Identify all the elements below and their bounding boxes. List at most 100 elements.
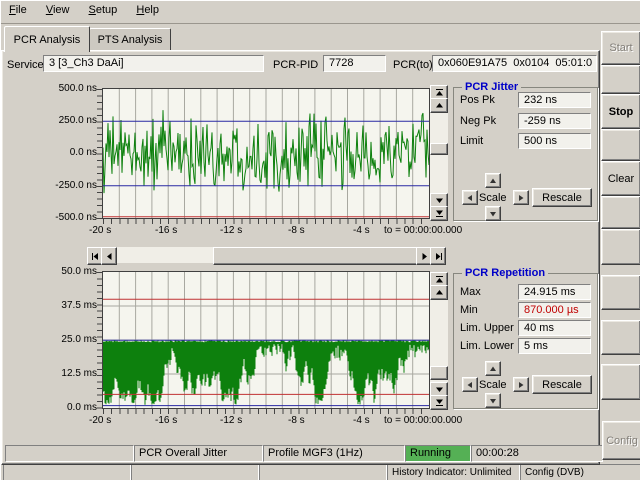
side-button-blank xyxy=(601,196,640,229)
jitter-rescale-button[interactable]: Rescale xyxy=(532,188,592,207)
status-empty-cell xyxy=(5,445,134,462)
hscroll-left-button[interactable] xyxy=(101,247,117,265)
arrow-up-bar-icon xyxy=(435,275,444,284)
start-button[interactable]: Start xyxy=(601,31,640,65)
stop-button[interactable]: Stop xyxy=(601,94,640,129)
repetition-ytick-1: 37.5 ms xyxy=(39,300,97,311)
side-button-blank xyxy=(601,320,640,355)
neg-pk-field: -259 ns xyxy=(518,113,591,129)
tab-pts-analysis[interactable]: PTS Analysis xyxy=(89,28,171,51)
repetition-scale-left-button[interactable] xyxy=(462,377,478,392)
lim-upper-label: Lim. Upper xyxy=(460,322,514,334)
side-button-blank xyxy=(601,229,640,265)
repetition-min-label: Min xyxy=(460,304,478,316)
repetition-x-axis-ticks xyxy=(103,409,429,414)
jitter-x-end-label: to = 00:00:00.000 xyxy=(384,225,462,236)
repetition-vscroll-bottom-button[interactable] xyxy=(430,395,448,410)
jitter-vscroll-bottom-button[interactable] xyxy=(430,206,448,221)
repetition-xtick-4: -4 s xyxy=(353,415,370,426)
repetition-ytick-0: 50.0 ms xyxy=(39,266,97,277)
clear-button-label: Clear xyxy=(608,173,634,185)
repetition-plot-frame xyxy=(102,271,430,409)
statusbar-empty-cell xyxy=(3,464,131,480)
repetition-scale-down-button[interactable] xyxy=(485,393,501,408)
menu-setup[interactable]: Setup xyxy=(81,1,126,19)
repetition-rescale-button[interactable]: Rescale xyxy=(532,375,592,394)
repetition-xtick-1: -16 s xyxy=(155,415,177,426)
lim-lower-field[interactable]: 5 ms xyxy=(518,338,591,354)
arrow-down-icon xyxy=(435,385,444,394)
repetition-min-field: 870.000 µs xyxy=(518,302,591,318)
arrow-left-icon xyxy=(466,194,474,202)
arrow-down-bar-icon xyxy=(435,398,444,407)
jitter-xtick-0: -20 s xyxy=(89,225,111,236)
jitter-scale-right-button[interactable] xyxy=(513,190,529,205)
jitter-xtick-3: -8 s xyxy=(288,225,305,236)
hscroll-end-button[interactable] xyxy=(430,247,446,265)
arrow-down-icon xyxy=(435,196,444,205)
repetition-vscrollbar[interactable] xyxy=(430,272,448,408)
jitter-scale-left-button[interactable] xyxy=(462,190,478,205)
neg-pk-label: Neg Pk xyxy=(460,115,496,127)
pcr-pid-label: PCR-PID xyxy=(273,59,318,71)
jitter-limit-field[interactable]: 500 ns xyxy=(518,133,591,149)
menu-file[interactable]: File xyxy=(1,1,35,19)
jitter-rescale-label: Rescale xyxy=(542,192,582,204)
pos-pk-field: 232 ns xyxy=(518,92,591,108)
arrow-up-bar-icon xyxy=(435,88,444,97)
arrow-down-icon xyxy=(489,397,497,405)
tab-pcr-analysis-label: PCR Analysis xyxy=(14,34,81,46)
jitter-vscroll-thumb[interactable] xyxy=(430,143,448,155)
arrow-right-icon xyxy=(517,194,525,202)
repetition-xtick-0: -20 s xyxy=(89,415,111,426)
start-button-label: Start xyxy=(609,42,632,54)
status-elapsed-cell: 00:00:28 xyxy=(471,445,603,462)
tab-pcr-analysis[interactable]: PCR Analysis xyxy=(4,26,90,52)
jitter-ytick-4: -500.0 ns xyxy=(39,212,97,223)
pcr-repetition-panel-title: PCR Repetition xyxy=(462,267,548,279)
pcr-repetition-panel: PCR Repetition Max 24.915 ms Min 870.000… xyxy=(453,273,598,409)
jitter-scale-down-button[interactable] xyxy=(485,206,501,221)
jitter-scale-up-button[interactable] xyxy=(485,173,501,188)
lim-upper-field[interactable]: 40 ms xyxy=(518,320,591,336)
menu-bar: File View Setup Help xyxy=(1,1,640,24)
menu-help[interactable]: Help xyxy=(128,1,167,19)
jitter-ytick-1: 250.0 ns xyxy=(39,115,97,126)
repetition-vscroll-up-button[interactable] xyxy=(430,285,448,300)
arrow-up-icon xyxy=(435,288,444,297)
arrow-right-bar-icon xyxy=(434,252,443,261)
pcr-jitter-panel: PCR Jitter Pos Pk 232 ns Neg Pk -259 ns … xyxy=(453,87,598,221)
repetition-ytick-3: 12.5 ms xyxy=(39,368,97,379)
repetition-ytick-2: 25.0 ms xyxy=(39,334,97,345)
jitter-vscrollbar[interactable] xyxy=(430,85,448,219)
status-profile-cell: Profile MGF3 (1Hz) xyxy=(263,445,405,462)
hscroll-thumb[interactable] xyxy=(213,247,418,265)
pcr-pid-field[interactable]: 7728 xyxy=(323,55,386,72)
clear-button[interactable]: Clear xyxy=(601,161,640,196)
arrow-right-icon xyxy=(420,252,429,261)
jitter-xtick-2: -12 s xyxy=(220,225,242,236)
jitter-ytick-0: 500.0 ns xyxy=(39,83,97,94)
config-button[interactable]: Config xyxy=(602,421,640,460)
jitter-xtick-4: -4 s xyxy=(353,225,370,236)
pcr-to-field[interactable]: 0x060E91A75 0x0104 05:01:0 xyxy=(432,55,597,72)
repetition-scale-right-button[interactable] xyxy=(513,377,529,392)
menu-view[interactable]: View xyxy=(38,1,78,19)
side-button-blank xyxy=(601,65,640,94)
jitter-vscroll-up-button[interactable] xyxy=(430,98,448,113)
repetition-ytick-4: 0.0 ms xyxy=(39,402,97,413)
arrow-left-icon xyxy=(466,381,474,389)
repetition-max-field: 24.915 ms xyxy=(518,284,591,300)
jitter-xtick-1: -16 s xyxy=(155,225,177,236)
application-window: File View Setup Help PCR Analysis PTS An… xyxy=(0,0,640,480)
repetition-vscroll-thumb[interactable] xyxy=(430,366,448,380)
repetition-scale-up-button[interactable] xyxy=(485,361,501,376)
time-hscrollbar[interactable] xyxy=(87,247,444,263)
repetition-rescale-label: Rescale xyxy=(542,379,582,391)
lim-lower-label: Lim. Lower xyxy=(460,340,514,352)
service-field[interactable]: 3 [3_Ch3 DaAi] xyxy=(43,55,264,72)
tab-pts-analysis-label: PTS Analysis xyxy=(98,34,163,46)
side-button-blank xyxy=(601,129,640,161)
jitter-ytick-3: -250.0 ns xyxy=(39,180,97,191)
statusbar-empty-cell xyxy=(259,464,387,480)
